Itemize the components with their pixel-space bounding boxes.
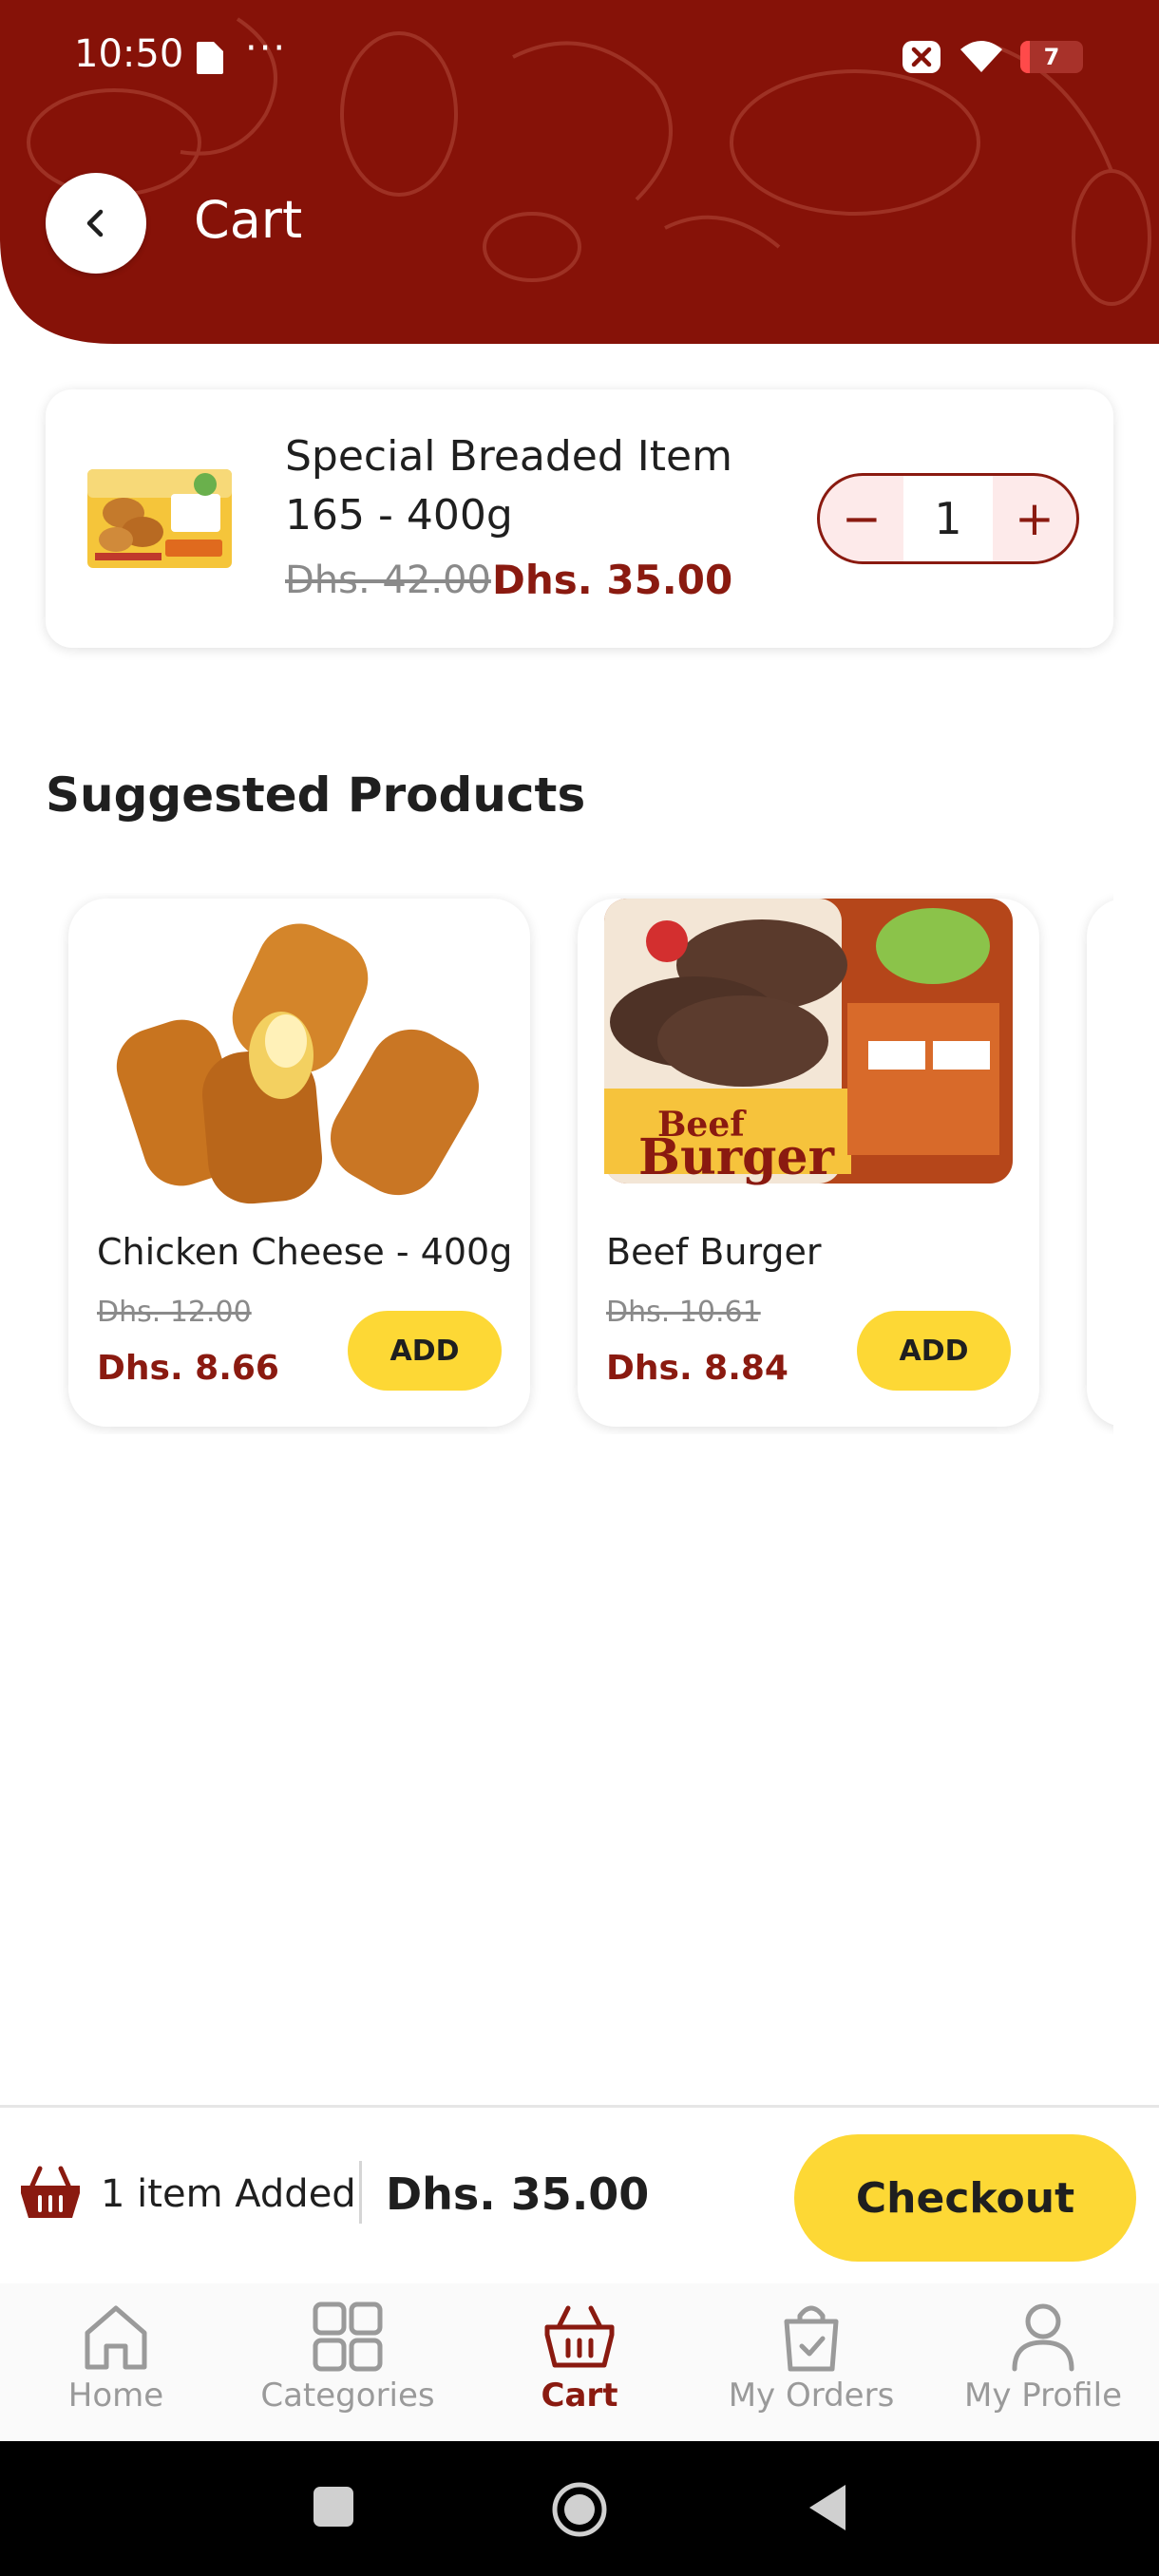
product-price: Dhs. 8.84 bbox=[606, 1349, 788, 1388]
document-icon bbox=[197, 42, 223, 74]
nav-item-home[interactable]: Home bbox=[0, 2299, 232, 2441]
header: 10:50 ··· 7 Cart bbox=[0, 0, 1159, 344]
checkout-button[interactable]: Checkout bbox=[794, 2134, 1136, 2262]
wifi-icon bbox=[960, 41, 1002, 72]
home-button-icon[interactable] bbox=[549, 2479, 610, 2540]
recents-icon[interactable] bbox=[310, 2479, 357, 2536]
nav-item-categories[interactable]: Categories bbox=[232, 2299, 464, 2441]
add-button[interactable]: ADD bbox=[348, 1311, 502, 1391]
add-button[interactable]: ADD bbox=[857, 1311, 1011, 1391]
product-image bbox=[91, 899, 507, 1212]
battery-level: 7 bbox=[1043, 44, 1060, 70]
status-more-dots: ··· bbox=[245, 27, 288, 70]
increment-button[interactable]: + bbox=[993, 476, 1076, 561]
cart-summary-bar: 1 item Added Dhs. 35.00 Checkout bbox=[0, 2105, 1159, 2283]
decrement-button[interactable]: − bbox=[820, 476, 903, 561]
basket-icon bbox=[544, 2305, 615, 2368]
divider bbox=[359, 2161, 362, 2224]
product-name: Beef Burger bbox=[606, 1231, 822, 1273]
back-triangle-icon[interactable] bbox=[804, 2479, 851, 2536]
back-button[interactable] bbox=[46, 173, 146, 274]
product-price: Dhs. 8.66 bbox=[97, 1349, 279, 1388]
bottom-navigation: Home Categories Cart My Orders My Profil… bbox=[0, 2283, 1159, 2441]
product-card-partial[interactable] bbox=[1087, 899, 1113, 1427]
chevron-left-icon bbox=[86, 209, 104, 237]
cart-item-name: Special Breaded Item 165 - 400g bbox=[285, 432, 732, 540]
nav-label: My Profile bbox=[964, 2377, 1122, 2415]
product-image: Beef Burger bbox=[604, 899, 1013, 1186]
basket-icon bbox=[21, 2166, 80, 2218]
cart-item-old-price: Dhs. 42.00 bbox=[285, 559, 491, 602]
battery-icon: 7 bbox=[1020, 41, 1083, 73]
nav-item-my-profile[interactable]: My Profile bbox=[927, 2299, 1159, 2441]
product-name: Chicken Cheese - 400g bbox=[97, 1231, 513, 1273]
product-old-price: Dhs. 12.00 bbox=[97, 1296, 252, 1329]
grid-icon bbox=[313, 2301, 383, 2372]
nav-item-cart[interactable]: Cart bbox=[464, 2299, 695, 2441]
bag-icon bbox=[784, 2305, 839, 2372]
cart-item-card: Special Breaded Item 165 - 400g Dhs. 42.… bbox=[46, 389, 1113, 648]
product-card[interactable]: Chicken Cheese - 400g Dhs. 12.00 Dhs. 8.… bbox=[68, 899, 530, 1427]
svg-text:Burger: Burger bbox=[638, 1128, 835, 1186]
status-icons: 7 bbox=[901, 38, 1083, 76]
nav-label: Categories bbox=[260, 2377, 435, 2415]
nav-label: Cart bbox=[541, 2377, 618, 2415]
status-time: 10:50 bbox=[74, 32, 184, 76]
system-navigation-bar bbox=[0, 2441, 1159, 2576]
quantity-stepper: − 1 + bbox=[817, 473, 1079, 564]
nav-item-my-orders[interactable]: My Orders bbox=[695, 2299, 927, 2441]
items-added-count: 1 item Added bbox=[101, 2172, 356, 2216]
cart-total: Dhs. 35.00 bbox=[386, 2169, 650, 2220]
product-card[interactable]: Beef Burger Beef Burger Dhs. 10.61 Dhs. … bbox=[578, 899, 1039, 1427]
quantity-value: 1 bbox=[903, 476, 993, 561]
product-old-price: Dhs. 10.61 bbox=[606, 1296, 761, 1329]
person-icon bbox=[1012, 2303, 1074, 2372]
nav-label: Home bbox=[67, 2377, 164, 2415]
suggested-products-list[interactable]: Chicken Cheese - 400g Dhs. 12.00 Dhs. 8.… bbox=[0, 893, 1113, 1434]
page-title: Cart bbox=[194, 190, 303, 250]
product-thumbnail bbox=[87, 469, 232, 568]
suggested-products-heading: Suggested Products bbox=[46, 767, 586, 823]
nav-label: My Orders bbox=[728, 2377, 895, 2415]
notification-blocked-icon bbox=[902, 41, 940, 73]
home-icon bbox=[85, 2305, 147, 2370]
cart-item-price: Dhs. 35.00 bbox=[492, 557, 733, 603]
